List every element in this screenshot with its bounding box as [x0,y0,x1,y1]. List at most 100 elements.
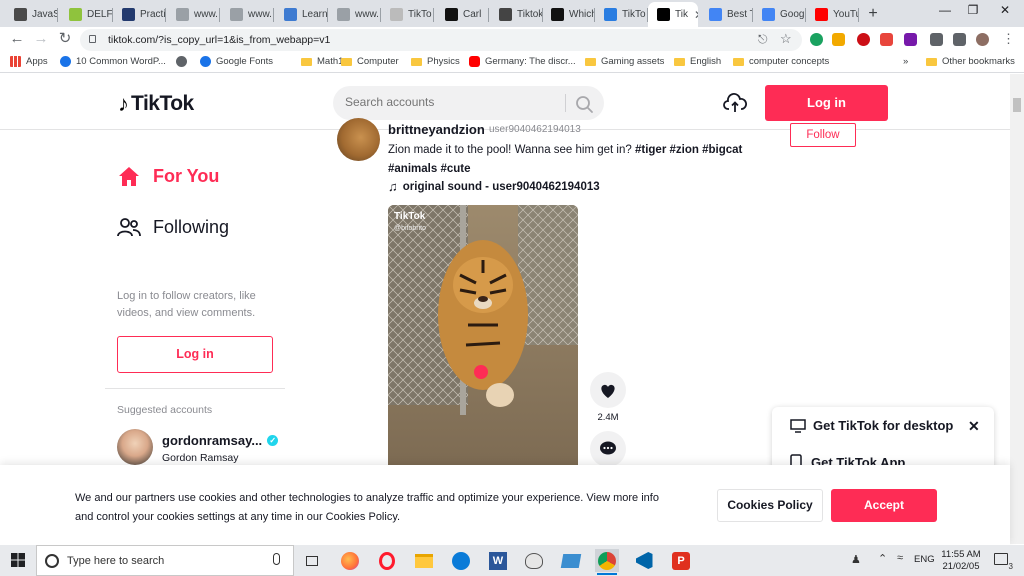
extension-icon[interactable] [880,33,893,46]
restore-window-icon[interactable]: ❐ [958,3,988,17]
task-view-icon[interactable] [300,549,324,572]
browser-tab[interactable]: Goog [753,2,806,27]
bookmark-item[interactable]: Computer [341,56,399,67]
browser-tab[interactable]: www. [221,2,274,27]
nav-for-you[interactable]: For You [117,165,219,187]
get-tiktok-desktop[interactable]: Get TikTok for desktop [790,418,953,433]
opera-icon[interactable] [375,549,399,572]
grammarly-extension-icon[interactable] [810,33,823,46]
like-button[interactable] [590,372,626,408]
browser-tab[interactable]: Tik ✕ [648,2,698,27]
microphone-icon[interactable] [273,553,280,565]
page-scrollbar[interactable] [1010,74,1024,544]
post-sound-link[interactable]: ♫ original sound - user9040462194013 [388,179,600,194]
bookmark-item[interactable] [176,56,192,67]
bookmark-item[interactable]: Math1 [301,56,343,67]
suggested-account-avatar[interactable] [117,429,153,465]
forward-button-icon[interactable]: → [32,31,50,47]
edge-icon[interactable] [449,549,473,572]
search-input[interactable] [345,95,555,109]
vscode-icon[interactable] [632,549,656,572]
show-hidden-icons-icon[interactable]: ⌃ [878,552,887,565]
extension-icon[interactable] [832,33,845,46]
browser-tab[interactable]: YouTu [806,2,859,27]
video-player[interactable]: TikTok @bitobrito [388,205,578,475]
browser-tab[interactable]: Which [542,2,595,27]
nav-following[interactable]: Following [117,216,229,238]
login-button[interactable]: Log in [765,85,888,121]
bookmarks-overflow-button[interactable]: » [903,56,908,67]
app-icon[interactable]: P [669,549,693,572]
taskbar-clock[interactable]: 11:55 AM 21/02/05 [936,549,986,573]
minimize-window-icon[interactable]: — [930,3,960,17]
address-bar[interactable]: tiktok.com/?is_copy_url=1&is_from_webapp… [80,29,802,51]
bookmark-item[interactable]: English [674,56,721,67]
other-bookmarks[interactable]: Other bookmarks [926,56,1015,67]
follow-button[interactable]: Follow [790,123,856,147]
opera-extension-icon[interactable] [857,33,870,46]
extension-icon[interactable] [930,33,943,46]
browser-tab[interactable]: www. [328,2,381,27]
post-author-username[interactable]: brittneyandzion [388,122,485,137]
word-icon[interactable]: W [486,549,510,572]
hashtag-link[interactable]: #animals [388,163,437,175]
browser-tab[interactable]: TikTo [595,2,648,27]
upload-cloud-icon[interactable] [723,92,747,114]
tiktok-logo[interactable]: ♪ TikTok [118,92,194,116]
bookmark-item[interactable]: Physics [411,56,460,67]
accept-cookies-button[interactable]: Accept [831,489,937,522]
search-icon[interactable] [573,93,595,115]
hashtag-link[interactable]: #tiger [635,144,666,156]
search-bar[interactable] [333,86,604,120]
chrome-taskbar-icon[interactable] [595,549,619,575]
profile-avatar[interactable] [976,33,989,46]
chrome-menu-icon[interactable]: ⋮ [1002,31,1015,47]
notifications-icon[interactable]: 3 [994,553,1013,571]
onenote-extension-icon[interactable] [904,33,917,46]
close-window-icon[interactable]: ✕ [990,3,1020,17]
firefox-icon[interactable] [338,549,362,572]
extensions-puzzle-icon[interactable] [953,33,966,46]
reload-button-icon[interactable]: ↻ [56,31,74,47]
language-indicator[interactable]: ENG [914,554,935,565]
sidebar-login-button[interactable]: Log in [117,336,273,373]
hashtag-link[interactable]: #zion [670,144,699,156]
browser-tab[interactable]: Tiktok [490,2,543,27]
close-popup-icon[interactable]: ✕ [968,418,980,435]
taskbar-search[interactable]: Type here to search [36,545,294,576]
new-tab-button[interactable]: + [862,4,884,24]
browser-tab[interactable]: DELF [60,2,113,27]
post-author-nickname[interactable]: user9040462194013 [489,124,581,135]
browser-tab[interactable]: Carl [436,2,489,27]
file-explorer-icon[interactable] [412,549,436,572]
bookmark-item[interactable]: Gaming assets [585,56,664,67]
browser-tab[interactable]: Practi [113,2,166,27]
post-author-avatar[interactable] [337,118,380,161]
bookmark-star-icon[interactable]: ☆ [780,31,792,47]
browser-tab[interactable]: Best T [700,2,753,27]
paint-icon[interactable] [522,549,546,572]
browser-tab[interactable]: www. [167,2,220,27]
hashtag-link[interactable]: #bigcat [702,144,742,156]
wifi-icon[interactable]: ≈ [897,552,903,564]
tab-close-icon[interactable]: ✕ [694,8,698,22]
windows-start-icon[interactable] [0,545,36,576]
hashtag-link[interactable]: #cute [440,163,470,175]
scrollbar-thumb[interactable] [1013,98,1021,112]
browser-tab[interactable]: Learn [275,2,328,27]
browser-tab[interactable]: TikTo [381,2,434,27]
back-button-icon[interactable]: ← [8,31,26,47]
bookmark-item[interactable]: computer concepts [733,56,829,67]
people-icon[interactable]: ♟ [851,553,861,566]
browser-tab[interactable]: JavaS [5,2,58,27]
url-text[interactable]: tiktok.com/?is_copy_url=1&is_from_webapp… [108,34,330,46]
bookmark-item[interactable]: Google Fonts [200,56,273,67]
install-icon[interactable]: ⎋ [758,32,768,47]
bookmark-item[interactable]: Germany: The discr... [469,56,576,67]
bookmark-item[interactable]: 10 Common WordP... [60,56,166,67]
bookmark-item[interactable]: Apps [10,56,48,67]
app-icon[interactable] [559,549,583,572]
comment-button[interactable] [590,431,626,467]
suggested-account-name[interactable]: gordonramsay... ✓ [162,433,279,448]
cookies-policy-button[interactable]: Cookies Policy [717,489,823,522]
